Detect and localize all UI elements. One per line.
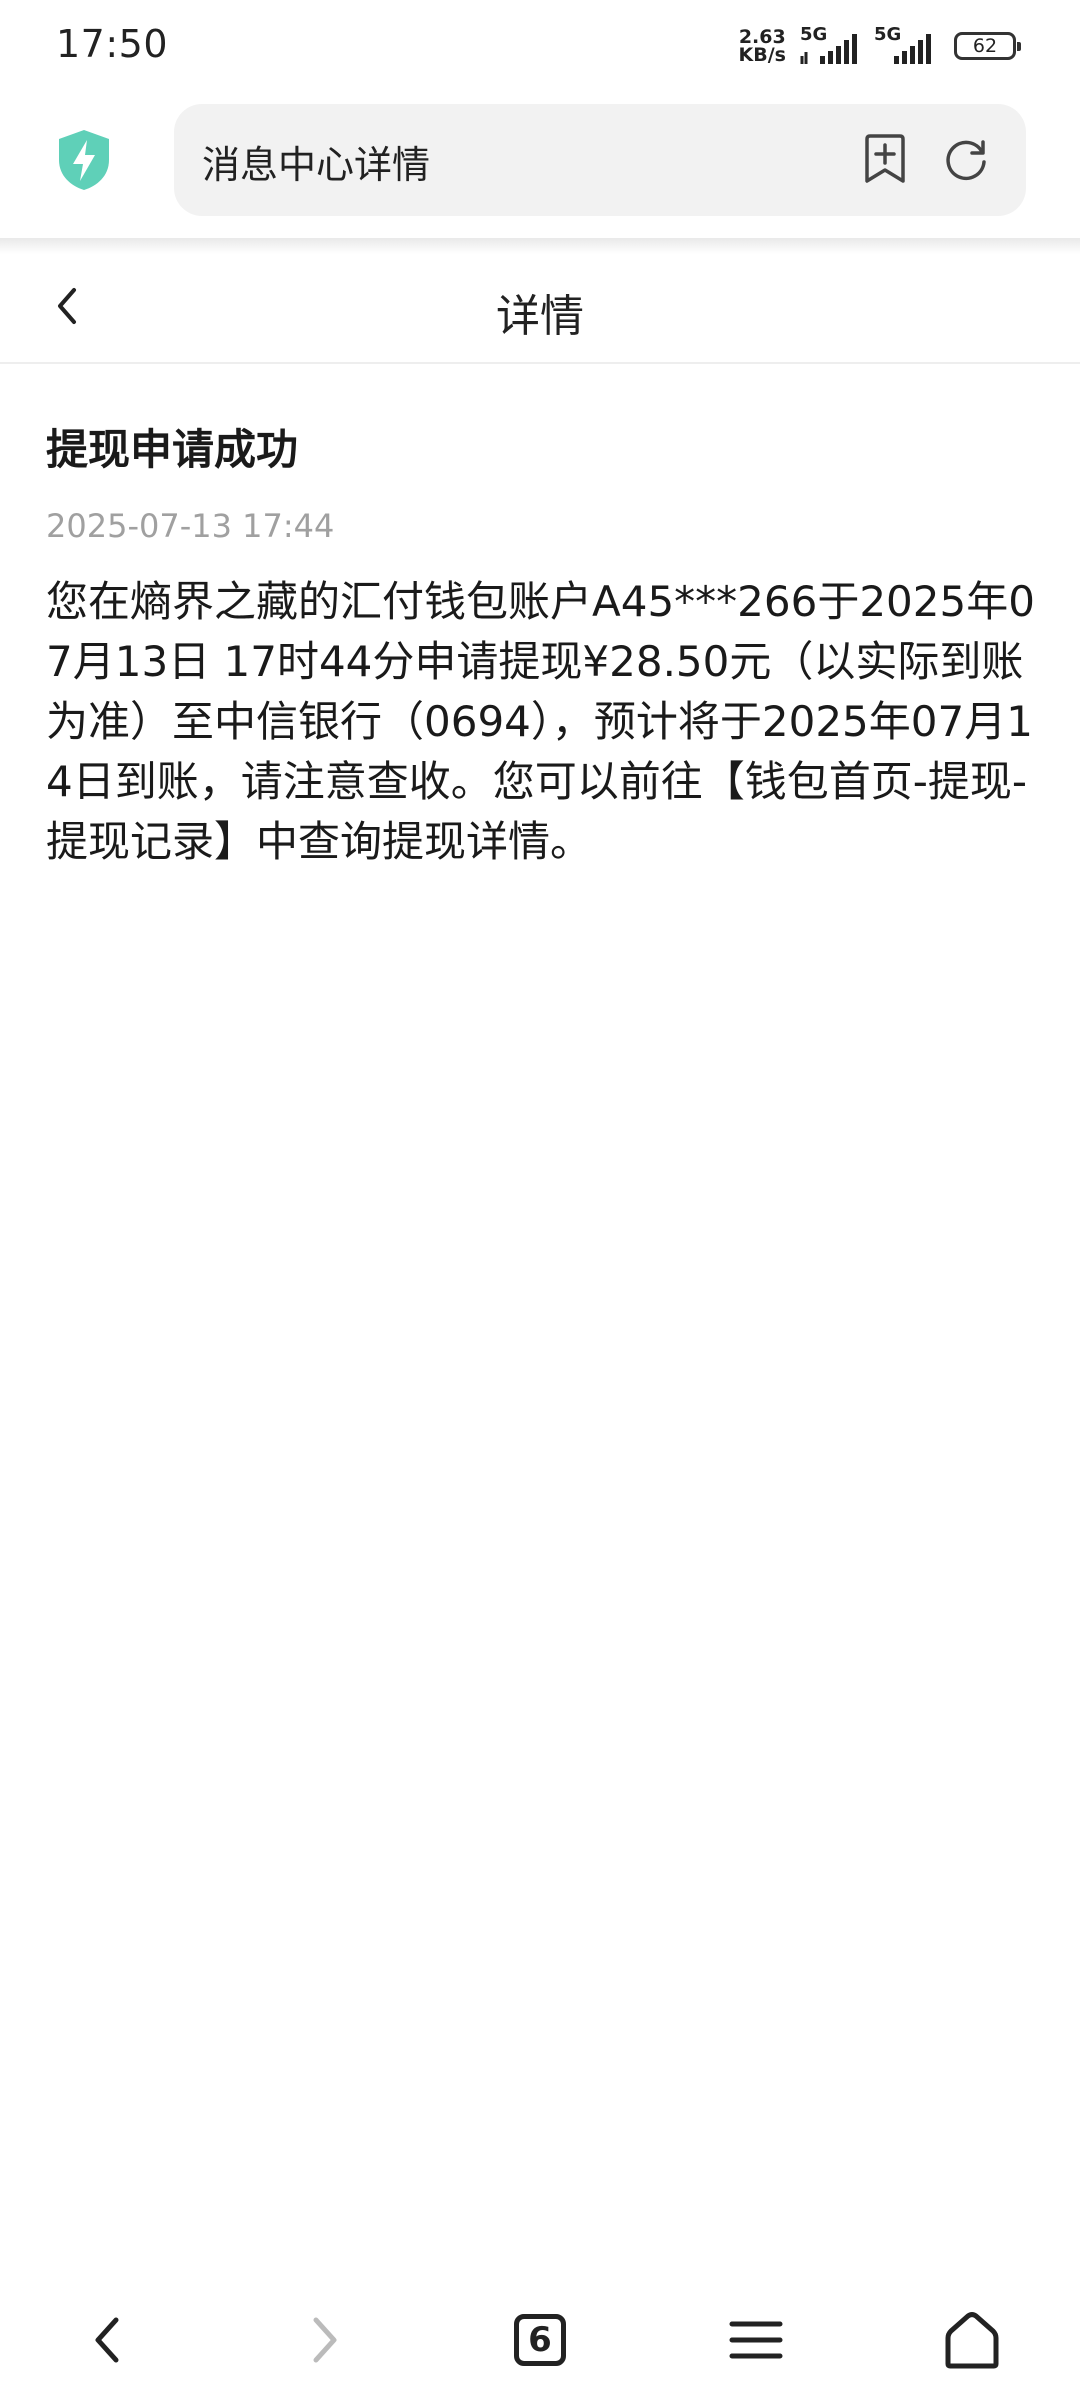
nav-back-button[interactable] (68, 2300, 148, 2380)
network-speed: 2.63 KB/s (738, 28, 786, 66)
message-body: 您在熵界之藏的汇付钱包账户A45***266于2025年07月13日 17时44… (46, 577, 1035, 866)
message-title: 提现申请成功 (46, 425, 299, 474)
tab-count: 6 (528, 2320, 552, 2360)
battery-level: 62 (972, 35, 998, 57)
back-icon (95, 2317, 119, 2363)
nav-tabs-button[interactable]: 6 (500, 2300, 580, 2380)
shield-lightning-icon[interactable] (56, 128, 112, 192)
refresh-icon[interactable] (942, 136, 990, 184)
bookmark-add-icon[interactable] (862, 134, 908, 184)
forward-icon (313, 2317, 337, 2363)
screen: 17:50 2.63 KB/s 5G 5G 62 消息中心详情 详情 提现申请成… (0, 0, 1080, 2400)
address-text: 消息中心详情 (202, 143, 431, 187)
browser-toolbar: 消息中心详情 (0, 92, 1080, 242)
signal-icon-2: 5G (872, 24, 938, 66)
home-icon (945, 2312, 999, 2369)
status-icons: 2.63 KB/s 5G 5G 62 (738, 24, 1021, 66)
menu-icon (729, 2321, 783, 2359)
battery-icon: 62 (954, 32, 1021, 60)
tabs-icon: 6 (514, 2314, 566, 2366)
message-timestamp: 2025-07-13 17:44 (46, 507, 335, 545)
network-speed-unit: KB/s (738, 44, 786, 66)
bottom-navigation: 6 (0, 2276, 1080, 2400)
nav-forward-button[interactable] (284, 2300, 364, 2380)
signal-icon: 5G (798, 24, 864, 66)
address-bar[interactable]: 消息中心详情 (174, 104, 1026, 216)
nav-home-button[interactable] (932, 2300, 1012, 2380)
status-time: 17:50 (56, 22, 169, 66)
page-header: 详情 (0, 252, 1080, 364)
nav-menu-button[interactable] (716, 2300, 796, 2380)
status-bar: 17:50 2.63 KB/s 5G 5G 62 (0, 0, 1080, 92)
page-title: 详情 (496, 291, 584, 342)
message-detail: 提现申请成功 2025-07-13 17:44 您在熵界之藏的汇付钱包账户A45… (46, 420, 1036, 872)
